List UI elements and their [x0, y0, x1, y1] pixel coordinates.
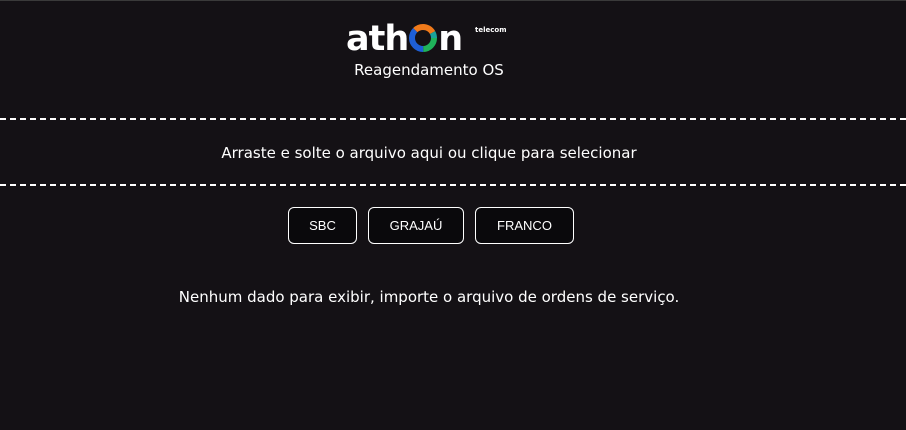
logo-wordmark: ath n [346, 17, 463, 61]
filter-button-group: SBC GRAJAÚ FRANCO [288, 207, 574, 244]
filter-button-grajau[interactable]: GRAJAÚ [368, 207, 464, 244]
file-dropzone[interactable]: Arraste e solte o arquivo aqui ou clique… [0, 118, 906, 186]
logo-suffix: n [438, 19, 463, 59]
page-title: Reagendamento OS [354, 61, 504, 79]
logo-ring-icon [408, 23, 438, 53]
athon-telecom-logo: ath n telecom [346, 17, 516, 61]
app-header: ath n telecom Reagendamento OS [0, 1, 906, 111]
empty-state-message: Nenhum dado para exibir, importe o arqui… [178, 288, 680, 306]
filter-button-sbc[interactable]: SBC [288, 207, 357, 244]
logo-prefix: ath [346, 19, 409, 59]
filter-button-franco[interactable]: FRANCO [475, 207, 574, 244]
dropzone-label: Arraste e solte o arquivo aqui ou clique… [221, 144, 637, 162]
logo-sub-telecom: telecom [475, 26, 507, 34]
